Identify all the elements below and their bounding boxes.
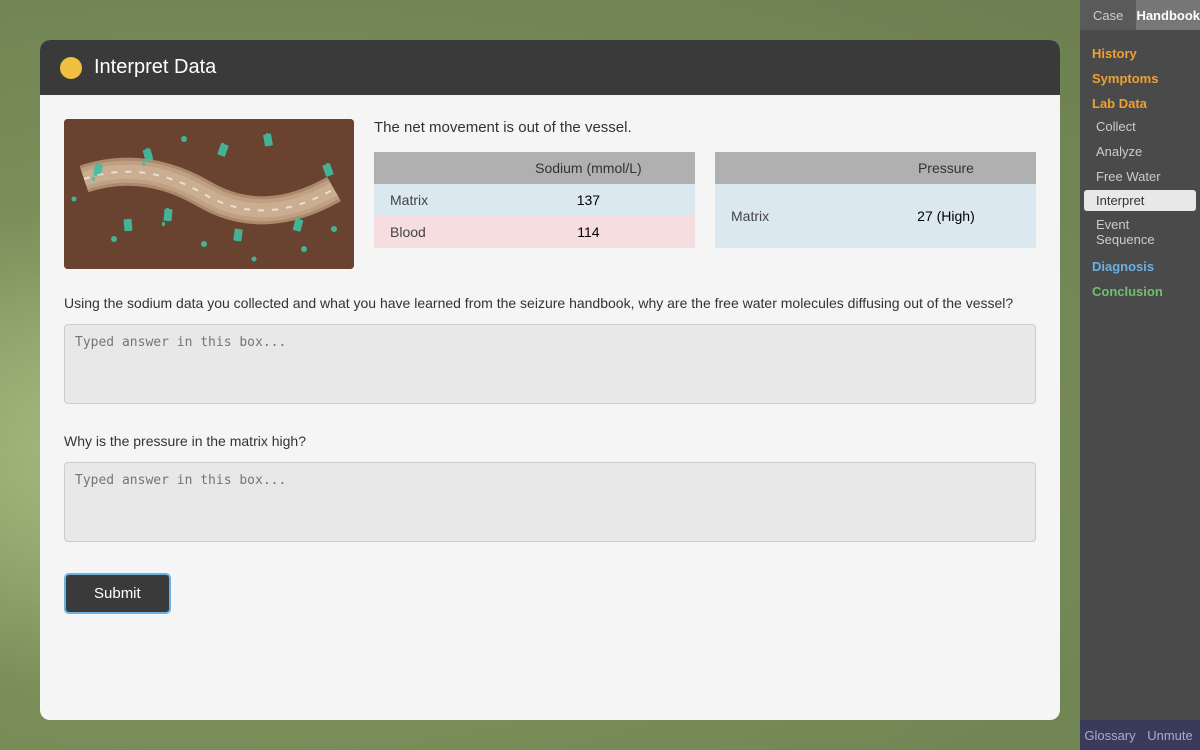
case-tab[interactable]: Case [1080,0,1136,30]
question1-text: Using the sodium data you collected and … [64,293,1036,314]
submit-button[interactable]: Submit [64,573,171,614]
card-body: The net movement is out of the vessel. S… [40,95,1060,720]
question2-block: Why is the pressure in the matrix high? [64,431,1036,545]
question1-block: Using the sodium data you collected and … [64,293,1036,407]
sidebar-item-analyze[interactable]: Analyze [1080,140,1200,163]
sidebar: History Symptoms Lab Data Collect Analyz… [1080,30,1200,750]
card-header: Interpret Data [40,40,1060,95]
sodium-blood-label: Blood [374,216,482,248]
pressure-header: Pressure [856,152,1036,184]
pressure-matrix-value: 27 (High) [856,184,1036,248]
vessel-image [64,119,354,269]
sidebar-conclusion-label[interactable]: Conclusion [1080,278,1200,301]
sodium-blood-row: Blood 114 [374,216,695,248]
sidebar-item-collect[interactable]: Collect [1080,115,1200,138]
handbook-tab[interactable]: Handbook [1136,0,1200,30]
tables-row: Sodium (mmol/L) Matrix 137 Blood 114 [374,152,1036,248]
sidebar-diagnosis-label[interactable]: Diagnosis [1080,253,1200,276]
answer1-input[interactable] [64,324,1036,404]
sodium-matrix-label: Matrix [374,184,482,216]
sodium-matrix-row: Matrix 137 [374,184,695,216]
pressure-matrix-label: Matrix [715,184,856,248]
header-icon [60,57,82,79]
sidebar-symptoms-label[interactable]: Symptoms [1080,65,1200,88]
sidebar-item-eventsequence[interactable]: Event Sequence [1080,213,1200,251]
sodium-matrix-value: 137 [482,184,695,216]
top-nav: Case Handbook [1080,0,1200,30]
net-movement-text: The net movement is out of the vessel. [374,119,1036,136]
sodium-header: Sodium (mmol/L) [482,152,695,184]
question2-text: Why is the pressure in the matrix high? [64,431,1036,452]
sodium-table: Sodium (mmol/L) Matrix 137 Blood 114 [374,152,695,248]
sidebar-history-label[interactable]: History [1080,40,1200,63]
data-section: The net movement is out of the vessel. S… [374,119,1036,269]
top-section: The net movement is out of the vessel. S… [64,119,1036,269]
pressure-table: Pressure Matrix 27 (High) [715,152,1036,248]
sidebar-labdata-label[interactable]: Lab Data [1080,90,1200,113]
pressure-matrix-row: Matrix 27 (High) [715,184,1036,248]
sidebar-item-interpret[interactable]: Interpret [1084,190,1196,211]
main-card: Interpret Data [40,40,1060,720]
bottom-bar: Glossary Unmute [1080,720,1200,750]
card-title: Interpret Data [94,56,216,79]
answer2-input[interactable] [64,462,1036,542]
glossary-button[interactable]: Glossary [1080,720,1140,750]
sidebar-item-freewater[interactable]: Free Water [1080,165,1200,188]
sodium-blood-value: 114 [482,216,695,248]
unmute-button[interactable]: Unmute [1140,720,1200,750]
